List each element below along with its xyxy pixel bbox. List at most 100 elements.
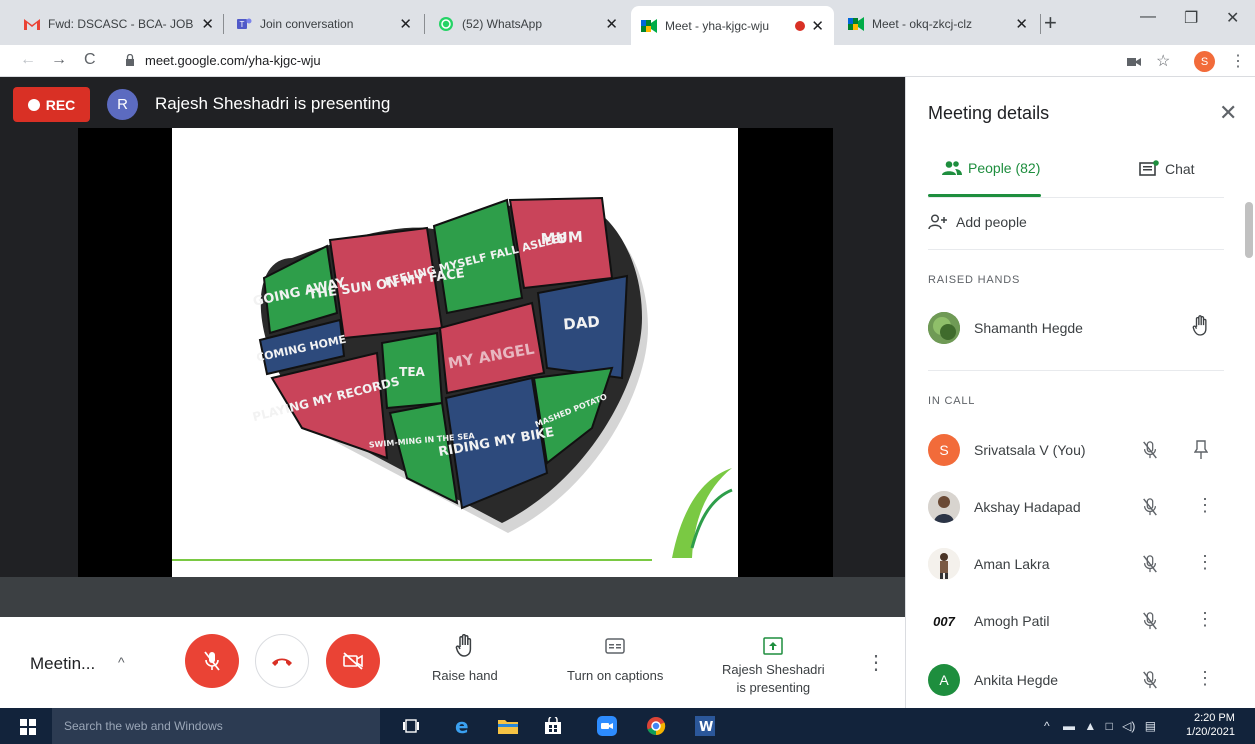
edge-icon[interactable]: e xyxy=(452,715,474,737)
avatar: S xyxy=(928,434,960,466)
meeting-title[interactable]: Meetin... xyxy=(30,654,95,674)
present-screen-icon xyxy=(763,632,784,660)
add-people-button[interactable]: Add people xyxy=(928,214,1027,230)
recording-indicator-icon xyxy=(795,20,806,31)
camera-toggle-button[interactable] xyxy=(326,634,380,688)
close-icon[interactable]: ✕ xyxy=(201,15,214,33)
tab-title: (52) WhatsApp xyxy=(462,17,543,31)
word-icon[interactable]: W xyxy=(694,715,716,737)
chat-tab-label: Chat xyxy=(1165,161,1195,177)
more-options-icon[interactable]: ⋮ xyxy=(866,650,886,675)
store-icon[interactable] xyxy=(542,715,564,737)
avatar: A xyxy=(928,664,960,696)
close-panel-icon[interactable]: ✕ xyxy=(1219,100,1237,126)
tab-gmail[interactable]: Fwd: DSCASC - BCA- JOB F ✕ xyxy=(14,8,224,40)
tab-teams[interactable]: T Join conversation ✕ xyxy=(226,8,422,40)
slide-logo-icon xyxy=(672,468,732,558)
pin-icon[interactable] xyxy=(1193,440,1209,465)
camera-blocked-icon[interactable] xyxy=(1127,54,1141,72)
close-icon[interactable]: ✕ xyxy=(399,15,412,33)
zoom-icon[interactable] xyxy=(596,715,618,737)
more-options-icon[interactable]: ⋮ xyxy=(1196,552,1214,573)
panel-title: Meeting details xyxy=(928,103,1050,123)
more-options-icon[interactable]: ⋮ xyxy=(1196,668,1214,689)
slide-block-text: DAD xyxy=(563,312,601,333)
participant-row[interactable]: 007 Amogh Patil ⋮ xyxy=(928,601,1224,641)
network-icon[interactable]: ▲ xyxy=(1084,719,1096,733)
svg-text:T: T xyxy=(240,20,245,29)
presenting-button[interactable]: Rajesh Sheshadri is presenting xyxy=(722,632,825,695)
mic-off-icon xyxy=(1141,670,1159,695)
raise-hand-label: Raise hand xyxy=(432,668,498,683)
back-icon[interactable]: ← xyxy=(20,51,36,69)
taskbar-search-input[interactable]: Search the web and Windows xyxy=(52,708,380,744)
mic-off-icon xyxy=(1141,497,1159,522)
file-explorer-icon[interactable] xyxy=(497,715,519,737)
avatar xyxy=(928,548,960,580)
captions-button[interactable]: Turn on captions xyxy=(567,632,663,683)
add-people-label: Add people xyxy=(956,214,1027,230)
panel-scrollbar[interactable] xyxy=(1245,202,1253,258)
close-icon[interactable]: ✕ xyxy=(1015,15,1028,33)
tab-whatsapp[interactable]: (52) WhatsApp ✕ xyxy=(428,8,628,40)
leave-call-button[interactable] xyxy=(255,634,309,688)
chevron-up-icon[interactable]: ^ xyxy=(118,654,125,670)
profile-avatar[interactable]: S xyxy=(1194,51,1215,72)
minimize-button[interactable]: — xyxy=(1140,8,1156,26)
tab-title: Join conversation xyxy=(260,17,354,31)
people-tab-label: People (82) xyxy=(968,160,1041,176)
address-bar: ← → C meet.google.com/yha-kjgc-wju ☆ ⋮ xyxy=(0,45,1255,77)
participant-name: Srivatsala V (You) xyxy=(974,442,1086,458)
raised-hand-row[interactable]: Shamanth Hegde xyxy=(928,308,1224,348)
close-icon[interactable]: ✕ xyxy=(605,15,618,33)
close-icon[interactable]: ✕ xyxy=(811,17,824,35)
tab-chat[interactable]: Chat xyxy=(1139,160,1195,178)
tab-people[interactable]: People (82) xyxy=(942,160,1040,176)
captions-icon xyxy=(605,632,625,660)
tab-title: Meet - yha-kjgc-wju xyxy=(665,18,770,33)
participant-row[interactable]: S Srivatsala V (You) xyxy=(928,430,1224,470)
url-field[interactable]: meet.google.com/yha-kjgc-wju xyxy=(145,53,321,68)
more-options-icon[interactable]: ⋮ xyxy=(1196,609,1214,630)
recording-badge: REC xyxy=(13,87,90,122)
task-view-icon[interactable] xyxy=(400,715,422,737)
bookmark-star-icon[interactable]: ☆ xyxy=(1156,51,1170,71)
clock-time: 2:20 PM xyxy=(1193,712,1235,724)
avatar-initial: A xyxy=(939,672,949,688)
taskbar-clock[interactable]: 2:20 PM 1/20/2021 xyxy=(1186,711,1235,739)
tab-meet-2[interactable]: Meet - okq-zkcj-clz ✕ xyxy=(838,8,1038,40)
tab-meet-active[interactable]: Meet - yha-kjgc-wju ✕ xyxy=(631,6,834,45)
participant-row[interactable]: Akshay Hadapad ⋮ xyxy=(928,487,1224,527)
tab-divider xyxy=(1040,14,1041,34)
microphone-toggle-button[interactable] xyxy=(185,634,239,688)
notifications-icon[interactable]: ▤ xyxy=(1145,719,1156,733)
hang-up-icon xyxy=(272,658,292,666)
divider xyxy=(928,370,1224,371)
forward-icon[interactable]: → xyxy=(51,51,67,69)
participant-name: Aman Lakra xyxy=(974,556,1050,572)
system-tray[interactable]: ^ ▬ ▲ □ ◁) ▤ xyxy=(1044,719,1156,733)
battery-icon[interactable]: ▬ xyxy=(1063,719,1075,733)
more-options-icon[interactable]: ⋮ xyxy=(1196,495,1214,516)
browser-menu-icon[interactable]: ⋮ xyxy=(1230,51,1246,71)
display-icon[interactable]: □ xyxy=(1106,719,1113,733)
gmail-icon xyxy=(24,16,40,32)
window-close-button[interactable]: ✕ xyxy=(1226,8,1239,28)
chrome-icon[interactable] xyxy=(645,715,667,737)
raised-hand-icon xyxy=(1192,314,1210,343)
participant-row[interactable]: Aman Lakra ⋮ xyxy=(928,544,1224,584)
new-tab-button[interactable]: + xyxy=(1044,10,1057,36)
chat-icon xyxy=(1139,160,1159,176)
windows-start-icon[interactable] xyxy=(20,719,36,740)
restore-button[interactable]: ❐ xyxy=(1184,8,1198,28)
tray-chevron-icon[interactable]: ^ xyxy=(1044,719,1050,733)
participant-row[interactable]: A Ankita Hegde ⋮ xyxy=(928,660,1224,700)
reload-icon[interactable]: C xyxy=(84,51,96,69)
raised-hands-header: RAISED HANDS xyxy=(928,274,1021,286)
volume-icon[interactable]: ◁) xyxy=(1122,719,1135,733)
rec-label: REC xyxy=(45,96,76,113)
video-off-icon xyxy=(343,652,363,670)
slide-block-text: TEA xyxy=(399,365,425,379)
browser-tab-strip: Fwd: DSCASC - BCA- JOB F ✕ T Join conver… xyxy=(0,0,1255,45)
raise-hand-button[interactable]: Raise hand xyxy=(432,632,498,683)
